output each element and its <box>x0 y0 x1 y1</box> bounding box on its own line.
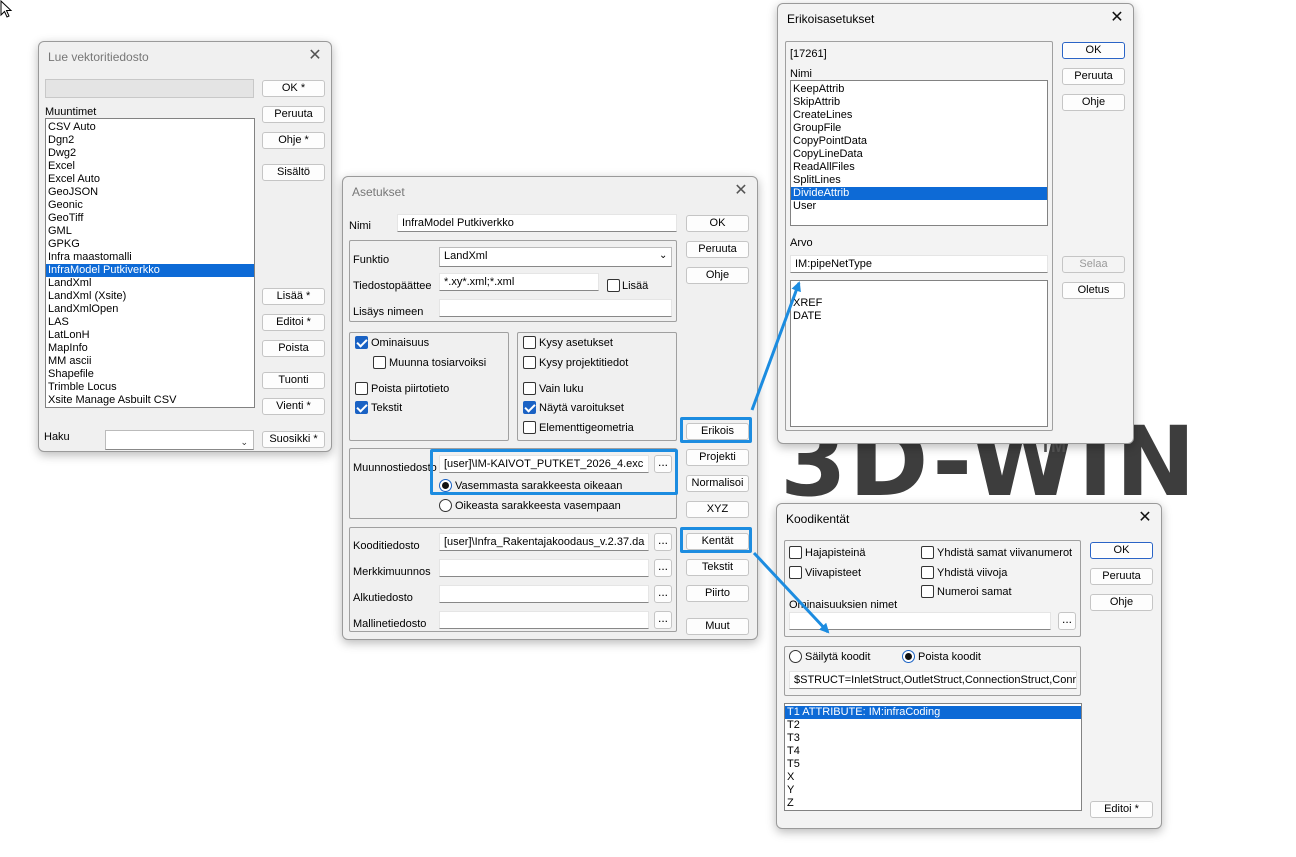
annotation-arrows <box>750 281 830 634</box>
arrow-to-ominaisuus <box>752 551 830 634</box>
arrow-to-arvo <box>750 281 801 411</box>
